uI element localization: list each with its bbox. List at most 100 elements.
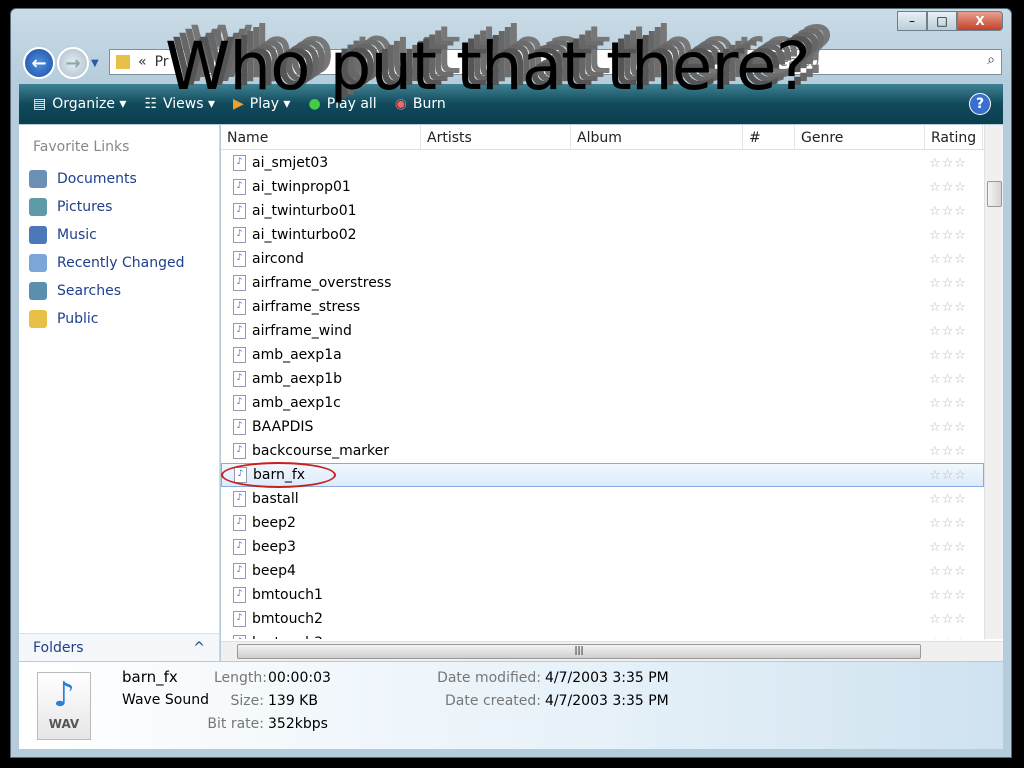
search-icon[interactable]: ⌕: [987, 52, 995, 68]
organize-button[interactable]: ▤ Organize ▾: [33, 96, 126, 112]
created-label: Date created:: [445, 693, 541, 709]
rating-stars[interactable]: ☆☆☆: [925, 396, 983, 411]
rating-stars[interactable]: ☆☆☆: [925, 540, 983, 555]
folders-toggle[interactable]: Folders ^: [19, 633, 219, 661]
rating-stars[interactable]: ☆☆☆: [925, 204, 983, 219]
close-button[interactable]: X: [957, 11, 1003, 31]
file-row[interactable]: ♪ bmtouch3 ☆☆☆: [221, 631, 984, 639]
file-list: Name Artists Album # Genre Rating ♪ ai_smjet03…: [221, 125, 1003, 661]
sidebar-item-label: Recently Changed: [57, 255, 185, 271]
wav-file-icon: ♪: [233, 635, 246, 639]
file-row[interactable]: ♪ amb_aexp1b ☆☆☆: [221, 367, 984, 391]
file-row[interactable]: ♪ amb_aexp1c ☆☆☆: [221, 391, 984, 415]
file-row[interactable]: ♪ backcourse_marker ☆☆☆: [221, 439, 984, 463]
rating-stars[interactable]: ☆☆☆: [925, 492, 983, 507]
overlay-caption: Who put that there?: [165, 28, 811, 105]
sidebar-item-searches[interactable]: Searches: [19, 277, 219, 305]
rating-stars[interactable]: ☆☆☆: [925, 468, 983, 483]
size-value: 139 KB: [268, 693, 318, 709]
column-header[interactable]: Artists: [421, 125, 571, 149]
maximize-button[interactable]: □: [927, 11, 957, 31]
details-name: barn_fx: [122, 668, 178, 686]
column-header[interactable]: Genre: [795, 125, 925, 149]
file-name: bastall: [252, 491, 299, 507]
sidebar-item-documents[interactable]: Documents: [19, 165, 219, 193]
caption-buttons: – □ X: [897, 11, 1003, 31]
file-row[interactable]: ♪ beep2 ☆☆☆: [221, 511, 984, 535]
organize-label: Organize ▾: [52, 96, 127, 112]
file-name: airframe_wind: [252, 323, 352, 339]
rating-stars[interactable]: ☆☆☆: [925, 372, 983, 387]
file-row[interactable]: ♪ bmtouch2 ☆☆☆: [221, 607, 984, 631]
wav-file-icon: ♪: [233, 539, 246, 555]
file-name: ai_twinturbo02: [252, 227, 357, 243]
sidebar-item-music[interactable]: Music: [19, 221, 219, 249]
file-row[interactable]: ♪ BAAPDIS ☆☆☆: [221, 415, 984, 439]
wav-file-icon: ♪: [233, 299, 246, 315]
file-row[interactable]: ♪ beep3 ☆☆☆: [221, 535, 984, 559]
column-header[interactable]: #: [743, 125, 795, 149]
file-row[interactable]: ♪ ai_twinturbo02 ☆☆☆: [221, 223, 984, 247]
wav-icon-label: WAV: [48, 717, 80, 731]
sidebar-item-public[interactable]: Public: [19, 305, 219, 333]
scroll-thumb[interactable]: [987, 181, 1002, 207]
file-row[interactable]: ♪ ai_twinturbo01 ☆☆☆: [221, 199, 984, 223]
rating-stars[interactable]: ☆☆☆: [925, 444, 983, 459]
address-chevron[interactable]: «: [138, 54, 147, 70]
wav-file-icon: ♪: [233, 395, 246, 411]
file-row[interactable]: ♪ ai_smjet03 ☆☆☆: [221, 151, 984, 175]
recent-pages-dropdown[interactable]: ▼: [91, 58, 99, 69]
hscroll-thumb[interactable]: |||: [237, 644, 921, 659]
column-header[interactable]: Name: [221, 125, 421, 149]
details-pane: ♪ WAV barn_fx Wave Sound Length: 00:00:03…: [19, 661, 1003, 749]
wav-file-icon: ♪: [233, 203, 246, 219]
file-row[interactable]: ♪ ai_twinprop01 ☆☆☆: [221, 175, 984, 199]
file-row[interactable]: ♪ bastall ☆☆☆: [221, 487, 984, 511]
sidebar-item-pictures[interactable]: Pictures: [19, 193, 219, 221]
rating-stars[interactable]: ☆☆☆: [925, 516, 983, 531]
file-row[interactable]: ♪ amb_aexp1a ☆☆☆: [221, 343, 984, 367]
file-name: BAAPDIS: [252, 419, 314, 435]
rating-stars[interactable]: ☆☆☆: [925, 588, 983, 603]
chevron-up-icon: ^: [193, 640, 205, 656]
folder-icon: [116, 55, 130, 69]
rating-stars[interactable]: ☆☆☆: [925, 612, 983, 627]
sidebar-item-label: Searches: [57, 283, 122, 299]
searches-icon: [29, 282, 47, 300]
horizontal-scrollbar[interactable]: |||: [221, 641, 1003, 661]
navigation-pane: Favorite Links Documents Pictures Music Rec…: [19, 125, 220, 661]
explorer-window: – □ X ← → ▼ « Pr Fli Search ⌕ ▤ Organize ▾…: [10, 8, 1012, 758]
rating-stars[interactable]: ☆☆☆: [925, 348, 983, 363]
file-row[interactable]: ♪ airframe_overstress ☆☆☆: [221, 271, 984, 295]
details-type: Wave Sound: [122, 692, 209, 708]
vertical-scrollbar[interactable]: [984, 125, 1003, 639]
file-name: beep4: [252, 563, 296, 579]
file-row[interactable]: ♪ bmtouch1 ☆☆☆: [221, 583, 984, 607]
rating-stars[interactable]: ☆☆☆: [925, 564, 983, 579]
column-header[interactable]: Album: [571, 125, 743, 149]
file-row[interactable]: ♪ beep4 ☆☆☆: [221, 559, 984, 583]
rating-stars[interactable]: ☆☆☆: [925, 636, 983, 640]
forward-button[interactable]: →: [57, 47, 89, 79]
rating-stars[interactable]: ☆☆☆: [925, 276, 983, 291]
sidebar-item-recently-changed[interactable]: Recently Changed: [19, 249, 219, 277]
rating-stars[interactable]: ☆☆☆: [925, 156, 983, 171]
back-button[interactable]: ←: [23, 47, 55, 79]
wav-file-icon: ♪: [233, 323, 246, 339]
rating-stars[interactable]: ☆☆☆: [925, 300, 983, 315]
file-name: bmtouch1: [252, 587, 323, 603]
file-row[interactable]: ♪ airframe_wind ☆☆☆: [221, 319, 984, 343]
file-name: bmtouch2: [252, 611, 323, 627]
file-row[interactable]: ♪ airframe_stress ☆☆☆: [221, 295, 984, 319]
minimize-button[interactable]: –: [897, 11, 927, 31]
file-row[interactable]: ♪ aircond ☆☆☆: [221, 247, 984, 271]
help-button[interactable]: ?: [969, 93, 991, 115]
wav-file-icon: ♪: [233, 227, 246, 243]
rating-stars[interactable]: ☆☆☆: [925, 180, 983, 195]
rating-stars[interactable]: ☆☆☆: [925, 228, 983, 243]
rating-stars[interactable]: ☆☆☆: [925, 252, 983, 267]
column-header[interactable]: Rating: [925, 125, 983, 149]
rating-stars[interactable]: ☆☆☆: [925, 420, 983, 435]
rating-stars[interactable]: ☆☆☆: [925, 324, 983, 339]
file-name: amb_aexp1a: [252, 347, 342, 363]
